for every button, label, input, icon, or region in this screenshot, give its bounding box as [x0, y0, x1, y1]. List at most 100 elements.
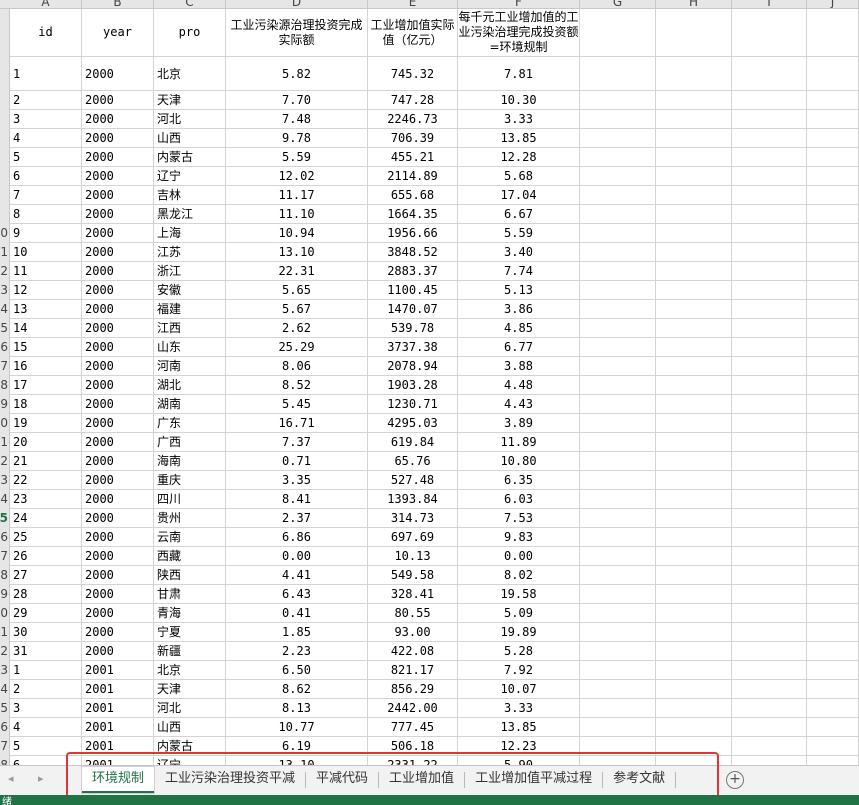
cell[interactable]	[732, 338, 807, 356]
cell[interactable]: 12.28	[458, 148, 580, 166]
cell[interactable]: 2001	[82, 699, 154, 717]
cell[interactable]: 6.67	[458, 205, 580, 223]
cell[interactable]: 5.68	[458, 167, 580, 185]
cell[interactable]	[807, 395, 859, 413]
row-number[interactable]	[0, 167, 8, 186]
cell[interactable]: 3.35	[226, 471, 368, 489]
cell[interactable]	[656, 471, 732, 489]
cell[interactable]: 328.41	[368, 585, 458, 603]
cell[interactable]	[732, 148, 807, 166]
cell[interactable]: 697.69	[368, 528, 458, 546]
cell[interactable]: 655.68	[368, 186, 458, 204]
cell[interactable]	[656, 509, 732, 527]
cell[interactable]: 7.48	[226, 110, 368, 128]
cell[interactable]	[580, 414, 656, 432]
cell[interactable]: 山西	[154, 718, 226, 736]
cell[interactable]: 30	[10, 623, 82, 641]
cell[interactable]	[807, 357, 859, 375]
cell[interactable]: 13	[10, 300, 82, 318]
cell[interactable]: 2000	[82, 490, 154, 508]
cell[interactable]	[807, 319, 859, 337]
cell[interactable]: 5.59	[226, 148, 368, 166]
cell[interactable]: 3.33	[458, 699, 580, 717]
cell[interactable]: 19.58	[458, 585, 580, 603]
cell[interactable]: 6.35	[458, 471, 580, 489]
cell[interactable]: 新疆	[154, 642, 226, 660]
cell[interactable]: 湖北	[154, 376, 226, 394]
row-number[interactable]: 2	[0, 642, 8, 661]
cell[interactable]	[732, 642, 807, 660]
cell[interactable]: 527.48	[368, 471, 458, 489]
cell[interactable]	[580, 91, 656, 109]
cell[interactable]: 贵州	[154, 509, 226, 527]
cell[interactable]: 21	[10, 452, 82, 470]
cell[interactable]	[580, 547, 656, 565]
column-header-b[interactable]: B	[82, 0, 154, 8]
cell[interactable]	[656, 338, 732, 356]
cell[interactable]: 7.37	[226, 433, 368, 451]
cell[interactable]	[807, 680, 859, 698]
cell[interactable]	[656, 547, 732, 565]
row-number[interactable]: 0	[0, 604, 8, 623]
cell[interactable]	[656, 91, 732, 109]
cell[interactable]	[807, 661, 859, 679]
cell[interactable]	[580, 167, 656, 185]
cell[interactable]: 5.09	[458, 604, 580, 622]
cell[interactable]: 2000	[82, 585, 154, 603]
cell[interactable]: 江苏	[154, 243, 226, 261]
cell[interactable]	[656, 395, 732, 413]
cell[interactable]: 2000	[82, 338, 154, 356]
cell[interactable]: 455.21	[368, 148, 458, 166]
row-number[interactable]: 2	[0, 452, 8, 471]
cell[interactable]	[656, 623, 732, 641]
row-number[interactable]	[0, 9, 8, 57]
cell[interactable]	[580, 528, 656, 546]
cell[interactable]	[807, 376, 859, 394]
row-number[interactable]: 3	[0, 661, 8, 680]
cell[interactable]	[732, 737, 807, 755]
cell[interactable]: 745.32	[368, 57, 458, 90]
cell[interactable]: 2000	[82, 357, 154, 375]
cell[interactable]: 13.85	[458, 718, 580, 736]
cell[interactable]: 22	[10, 471, 82, 489]
cell[interactable]: 93.00	[368, 623, 458, 641]
cell[interactable]	[580, 395, 656, 413]
cell[interactable]: 9.83	[458, 528, 580, 546]
cell[interactable]	[656, 357, 732, 375]
cell[interactable]: 天津	[154, 680, 226, 698]
cell[interactable]	[656, 452, 732, 470]
cell[interactable]: 3.86	[458, 300, 580, 318]
cell[interactable]	[807, 756, 859, 765]
cell[interactable]: 2000	[82, 395, 154, 413]
cell[interactable]: id	[10, 9, 82, 56]
column-header-g[interactable]: G	[580, 0, 656, 8]
cell[interactable]: 6.77	[458, 338, 580, 356]
row-number[interactable]: 4	[0, 300, 8, 319]
cell[interactable]: 8.02	[458, 566, 580, 584]
cell[interactable]	[732, 357, 807, 375]
cell[interactable]: 7.53	[458, 509, 580, 527]
column-header-j[interactable]: J	[807, 0, 859, 8]
cell[interactable]	[807, 91, 859, 109]
row-number[interactable]: 2	[0, 262, 8, 281]
cell[interactable]	[580, 680, 656, 698]
cell[interactable]: 2078.94	[368, 357, 458, 375]
cell[interactable]	[807, 300, 859, 318]
cell[interactable]: 2001	[82, 680, 154, 698]
cell[interactable]: 宁夏	[154, 623, 226, 641]
row-number[interactable]: 8	[0, 756, 8, 765]
cell[interactable]: 65.76	[368, 452, 458, 470]
cell[interactable]: 18	[10, 395, 82, 413]
add-sheet-icon[interactable]: +	[726, 771, 744, 789]
cell[interactable]	[656, 433, 732, 451]
cell[interactable]: 2000	[82, 547, 154, 565]
cell[interactable]: 山西	[154, 129, 226, 147]
cell[interactable]: 1956.66	[368, 224, 458, 242]
row-number[interactable]: 7	[0, 357, 8, 376]
cell[interactable]: 19.89	[458, 623, 580, 641]
cell[interactable]: 2000	[82, 566, 154, 584]
cell[interactable]	[656, 205, 732, 223]
cell[interactable]	[580, 243, 656, 261]
cell[interactable]: 甘肃	[154, 585, 226, 603]
cell[interactable]: 16.71	[226, 414, 368, 432]
